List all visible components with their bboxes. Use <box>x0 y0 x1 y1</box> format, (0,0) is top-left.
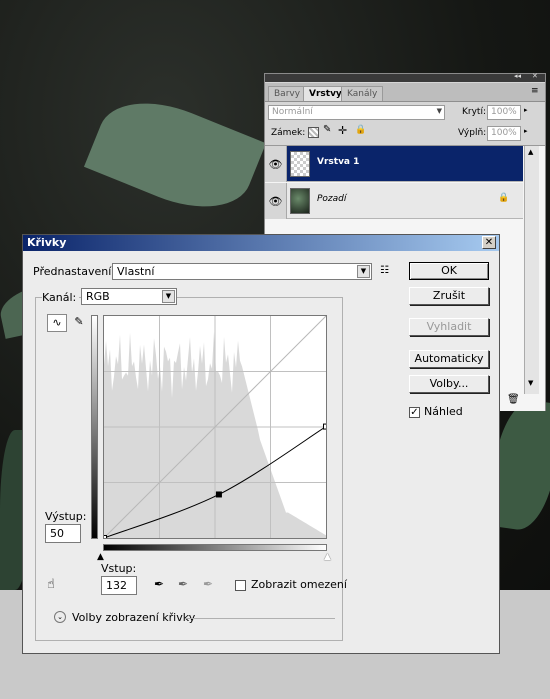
layer-thumbnail <box>290 188 310 214</box>
lock-icon[interactable]: 🔒 <box>355 125 366 135</box>
curve-control-point <box>323 423 326 430</box>
opacity-label: Krytí: <box>462 107 486 117</box>
move-icon[interactable]: ✛ <box>338 124 347 137</box>
input-gradient-bar <box>103 544 327 551</box>
preset-options-icon[interactable]: ☷ <box>380 265 389 277</box>
output-field[interactable]: 50 <box>45 524 81 543</box>
curves-graph-svg[interactable] <box>104 316 326 538</box>
panel-header[interactable]: ◂◂ ✕ <box>265 72 545 82</box>
curve-control-point <box>215 491 222 498</box>
opacity-value: 100% <box>491 107 517 117</box>
fill-label: Výplň: <box>458 128 487 138</box>
layer-thumbnail <box>290 151 310 177</box>
divider <box>185 618 335 619</box>
show-clipping-checkbox[interactable] <box>235 580 246 591</box>
close-button[interactable]: ✕ <box>482 236 496 249</box>
panel-menu-icon[interactable]: ≡ <box>531 86 539 96</box>
layer-name[interactable]: Pozadí <box>317 194 346 204</box>
eye-icon[interactable]: 👁 <box>265 146 287 182</box>
dialog-titlebar[interactable]: Křivky ✕ <box>23 235 499 251</box>
opacity-field[interactable]: 100% <box>487 105 521 120</box>
chevron-down-icon: ▼ <box>436 107 442 115</box>
scroll-down-icon[interactable]: ▼ <box>528 379 533 387</box>
on-image-adjust-icon[interactable]: ☝ <box>47 578 55 591</box>
black-eyedropper-icon[interactable]: ✒ <box>154 578 164 590</box>
tab-kanaly[interactable]: Kanály <box>341 86 384 101</box>
channel-value: RGB <box>86 290 110 303</box>
pencil-icon[interactable]: ✎ <box>71 314 87 332</box>
layer-row-pozadi[interactable]: 👁 Pozadí 🔒 <box>265 183 523 219</box>
output-label: Výstup: <box>45 510 87 523</box>
trash-icon[interactable]: 🗑 <box>507 394 520 405</box>
chevron-down-icon: ▼ <box>357 265 370 278</box>
gray-eyedropper-icon[interactable]: ✒ <box>178 578 188 590</box>
preset-label: Přednastavení: <box>33 265 115 278</box>
ok-button[interactable]: OK <box>409 262 489 280</box>
preview-label[interactable]: Náhled <box>424 405 463 418</box>
output-gradient-bar <box>91 315 98 539</box>
input-label: Vstup: <box>101 562 137 575</box>
cancel-button[interactable]: Zrušit <box>409 287 489 305</box>
preset-select[interactable]: Vlastní ▼ <box>112 263 372 280</box>
chevron-right-icon[interactable]: ▸ <box>524 106 528 114</box>
smooth-button[interactable]: Vyhladit <box>409 318 489 336</box>
collapse-icon[interactable]: ◂◂ <box>514 72 521 80</box>
input-field[interactable]: 132 <box>101 576 137 595</box>
channel-label: Kanál: <box>42 291 80 304</box>
curve-control-point <box>104 535 107 538</box>
lock-label: Zámek: <box>271 128 306 138</box>
channel-select[interactable]: RGB ▼ <box>81 288 177 305</box>
curves-graph[interactable] <box>103 315 327 539</box>
tab-barvy[interactable]: Barvy <box>268 86 307 101</box>
curve-point-tool-button[interactable]: ∿ <box>47 314 67 332</box>
chevron-right-icon[interactable]: ▸ <box>524 127 528 135</box>
scroll-up-icon[interactable]: ▲ <box>528 148 533 156</box>
curves-dialog: Křivky ✕ Přednastavení: Vlastní ▼ ☷ Kaná… <box>22 234 500 654</box>
expand-options-button[interactable]: ⌄ <box>54 611 66 623</box>
blend-mode-value: Normální <box>272 107 313 117</box>
white-point-slider-icon[interactable]: ▲ <box>324 551 331 563</box>
fill-value: 100% <box>491 128 517 138</box>
blend-mode-select[interactable]: Normální ▼ <box>268 105 445 120</box>
panel-tabs: Barvy Vrstvy Kanály ≡ <box>265 83 545 102</box>
close-icon[interactable]: ✕ <box>532 72 538 80</box>
leaf <box>83 83 267 227</box>
preset-value: Vlastní <box>117 265 155 278</box>
lock-transparency-icon[interactable] <box>308 127 319 138</box>
curve-display-options-label[interactable]: Volby zobrazení křivky <box>72 611 195 624</box>
auto-button[interactable]: Automaticky <box>409 350 489 368</box>
input-value: 132 <box>106 579 127 592</box>
output-value: 50 <box>50 527 64 540</box>
brush-icon[interactable]: ✎ <box>323 124 331 135</box>
layer-name[interactable]: Vrstva 1 <box>317 157 359 167</box>
preview-checkbox[interactable]: ✓ <box>409 407 420 418</box>
fill-field[interactable]: 100% <box>487 126 521 141</box>
chevron-down-icon: ▼ <box>162 290 175 303</box>
dialog-title: Křivky <box>27 236 67 249</box>
lock-icon: 🔒 <box>498 193 510 203</box>
layer-row-vrstva-1[interactable]: 👁 Vrstva 1 <box>265 146 523 182</box>
options-button[interactable]: Volby... <box>409 375 489 393</box>
eye-icon[interactable]: 👁 <box>265 183 287 219</box>
show-clipping-label[interactable]: Zobrazit omezení <box>251 578 347 591</box>
scrollbar[interactable]: ▲ ▼ <box>524 146 539 394</box>
white-eyedropper-icon[interactable]: ✒ <box>203 578 213 590</box>
